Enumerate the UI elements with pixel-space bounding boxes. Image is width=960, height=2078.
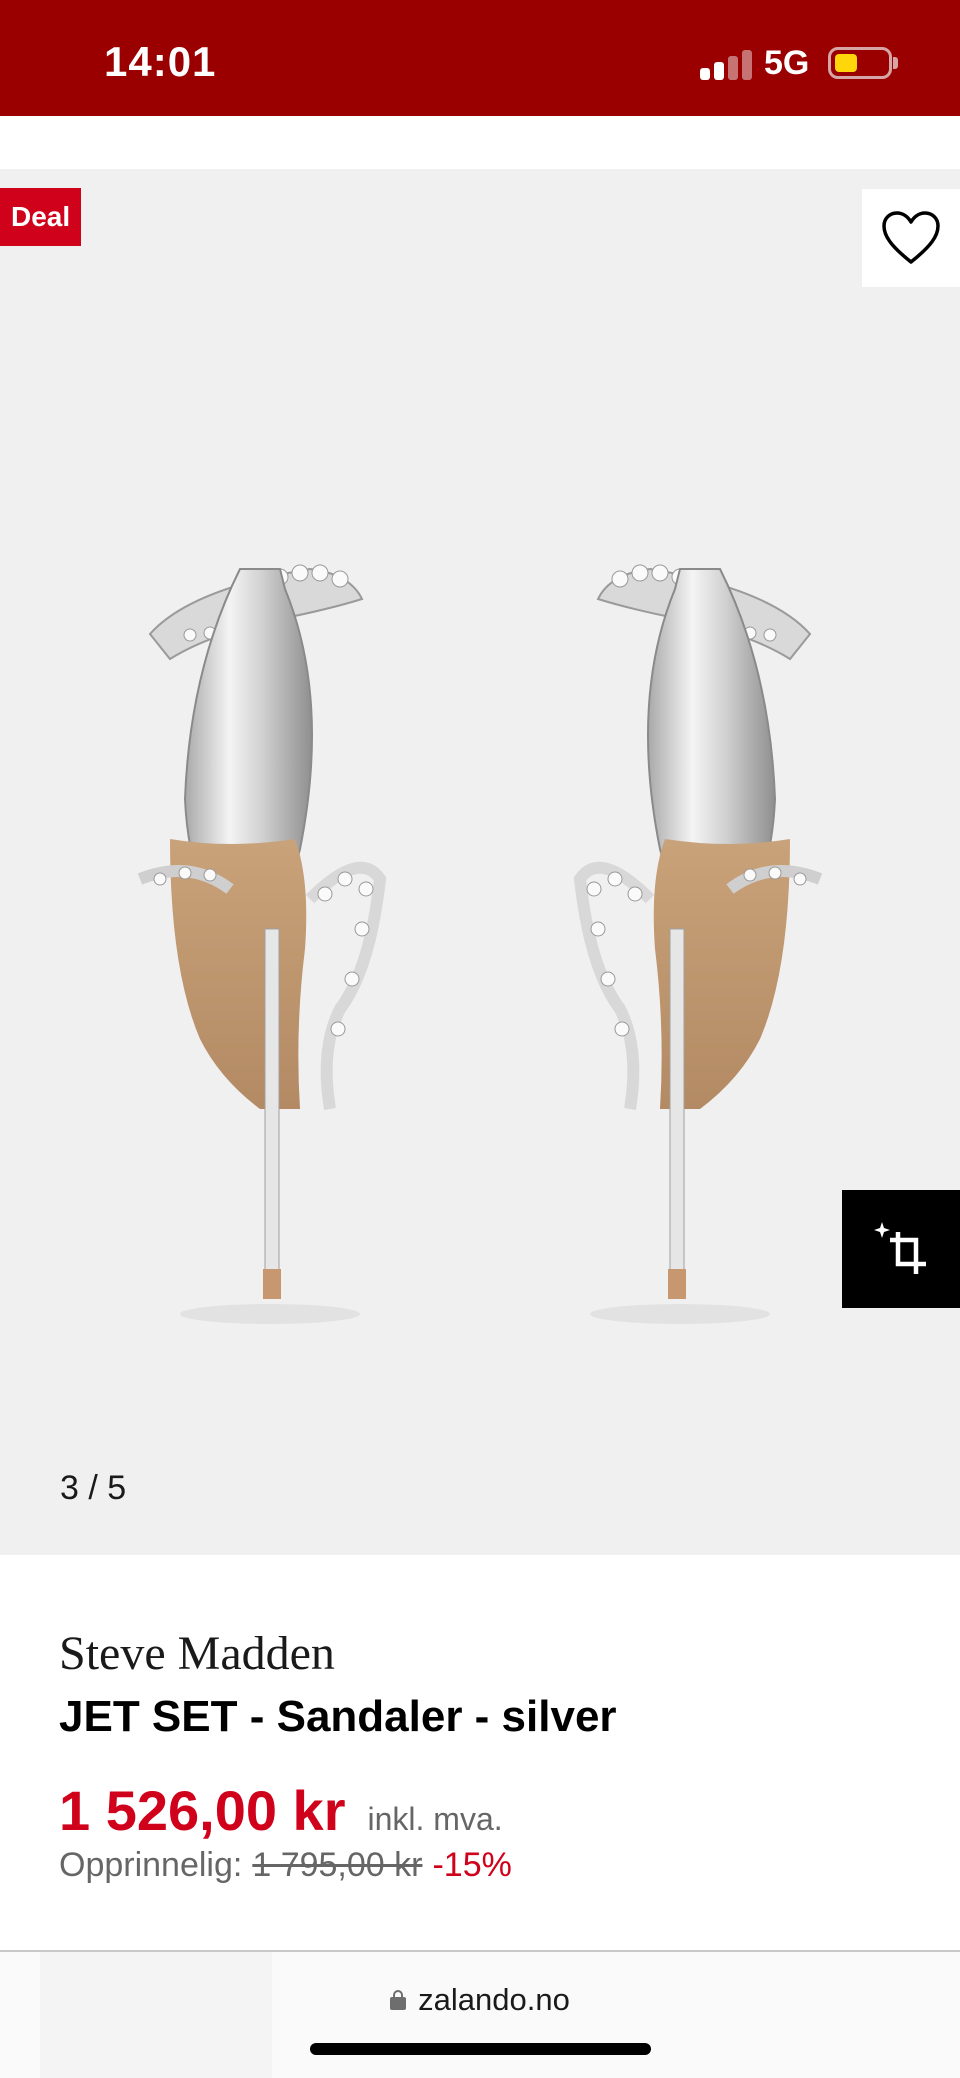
current-price: 1 526,00 kr [59, 1779, 346, 1842]
product-photo-sandals [137, 564, 823, 1324]
status-bar: 14:01 5G [0, 0, 960, 116]
product-name: JET SET - Sandaler - silver [59, 1692, 617, 1741]
discount-percent: -15% [432, 1846, 512, 1884]
network-type: 5G [764, 44, 810, 82]
original-price-row: Opprinnelig: 1 795,00 kr -15% [59, 1846, 512, 1885]
heart-icon [882, 211, 940, 264]
price-row: 1 526,00 kr inkl. mva. [59, 1778, 503, 1843]
status-time: 14:01 [104, 38, 217, 85]
visual-search-button[interactable] [842, 1190, 960, 1308]
battery-icon [828, 47, 892, 79]
ai-crop-icon [874, 1222, 926, 1274]
url-text: zalando.no [418, 1982, 570, 2017]
vat-note: inkl. mva. [367, 1801, 503, 1837]
gallery-page-indicator: 3 / 5 [60, 1469, 127, 1507]
deal-badge: Deal [0, 188, 82, 246]
browser-url-bar[interactable]: zalando.no [0, 1950, 960, 2078]
home-indicator[interactable] [310, 2043, 651, 2055]
product-image-gallery[interactable]: Deal 3 / 5 [0, 169, 960, 1555]
lock-icon [390, 1990, 407, 2010]
right-sandal [573, 564, 823, 1324]
original-price: 1 795,00 kr [252, 1846, 423, 1884]
signal-strength-icon [700, 48, 752, 80]
original-price-label: Opprinnelig: [59, 1846, 243, 1884]
wishlist-button[interactable] [862, 189, 960, 287]
address-field[interactable]: zalando.no [0, 1982, 960, 2018]
brand-name[interactable]: Steve Madden [59, 1626, 335, 1681]
battery-tip [893, 57, 898, 69]
left-sandal [137, 564, 387, 1324]
